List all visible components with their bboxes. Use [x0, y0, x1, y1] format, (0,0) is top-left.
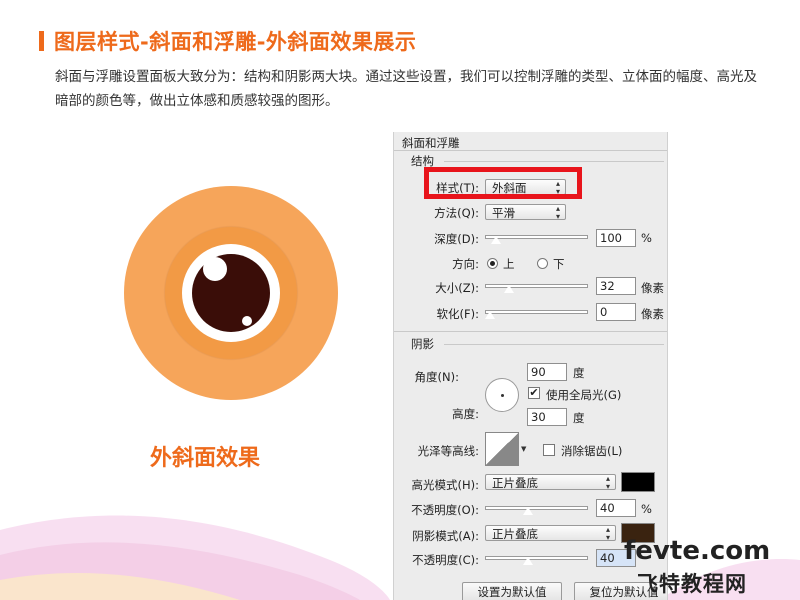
panel-divider [394, 331, 667, 332]
highlight-opacity-label: 不透明度(O): [411, 503, 479, 517]
antialias-checkbox[interactable] [543, 444, 555, 456]
gloss-contour-picker[interactable] [485, 432, 519, 466]
size-slider[interactable] [485, 284, 588, 288]
title-accent-bar [39, 31, 44, 51]
altitude-input[interactable]: 30 [527, 408, 567, 426]
shadow-mode-select[interactable]: 正片叠底 ▴ ▾ [485, 525, 616, 542]
highlight-color-swatch[interactable] [621, 472, 655, 492]
shadow-opacity-slider[interactable] [485, 556, 588, 560]
highlight-mode-label: 高光模式(H): [411, 478, 480, 492]
altitude-label: 高度: [452, 407, 479, 421]
angle-input[interactable]: 90 [527, 363, 567, 381]
soften-slider[interactable] [485, 310, 588, 314]
soften-input[interactable]: 0 [596, 303, 636, 321]
direction-label: 方向: [452, 257, 479, 271]
watermark-site-name: 飞特教程网 [637, 572, 747, 596]
select-arrows-icon: ▴ ▾ [605, 474, 610, 491]
eye-highlight-small [242, 316, 252, 326]
intro-paragraph: 斜面与浮雕设置面板大致分为：结构和阴影两大块。通过这些设置，我们可以控制浮雕的类… [55, 69, 757, 109]
direction-up-radio[interactable] [487, 258, 498, 269]
soften-label: 软化(F): [436, 307, 479, 321]
style-highlight-box [424, 167, 582, 199]
size-slider-thumb[interactable] [503, 284, 515, 294]
shading-divider [444, 344, 664, 345]
shadow-opacity-label: 不透明度(C): [412, 553, 479, 567]
angle-dial[interactable] [485, 378, 519, 412]
direction-down-label: 下 [553, 257, 565, 271]
highlight-opacity-unit: % [641, 502, 652, 516]
outer-bevel-eye-illustration [124, 186, 338, 400]
technique-select[interactable]: 平滑 ▴ ▾ [485, 204, 566, 221]
bevel-emboss-panel: 斜面和浮雕 结构 样式(T): 外斜面 ▴ ▾ 方法(Q): 平滑 ▴ ▾ 深度(D… [393, 132, 668, 600]
direction-down-radio[interactable] [537, 258, 548, 269]
angle-unit: 度 [573, 366, 585, 380]
watermark-domain: fevte.com [624, 536, 771, 566]
antialias-label: 消除锯齿(L) [561, 444, 623, 458]
altitude-unit: 度 [573, 411, 585, 425]
shadow-mode-value: 正片叠底 [492, 527, 538, 541]
structure-divider [444, 161, 664, 162]
highlight-opacity-thumb[interactable] [522, 506, 534, 516]
highlight-mode-select[interactable]: 正片叠底 ▴ ▾ [485, 474, 616, 491]
soften-slider-thumb[interactable] [484, 310, 496, 320]
angle-label: 角度(N): [414, 370, 459, 384]
page-title: 图层样式-斜面和浮雕-外斜面效果展示 [54, 30, 417, 54]
highlight-opacity-input[interactable]: 40 [596, 499, 636, 517]
technique-select-value: 平滑 [492, 206, 515, 220]
shadow-mode-label: 阴影模式(A): [412, 529, 479, 543]
panel-title: 斜面和浮雕 [402, 136, 460, 150]
size-unit: 像素 [641, 281, 664, 295]
contour-dropdown-icon[interactable]: ▼ [521, 445, 526, 453]
shadow-opacity-thumb[interactable] [522, 556, 534, 566]
highlight-opacity-slider[interactable] [485, 506, 588, 510]
select-arrows-icon: ▴ ▾ [605, 525, 610, 542]
depth-input[interactable]: 100 [596, 229, 636, 247]
depth-unit: % [641, 231, 652, 245]
highlight-mode-value: 正片叠底 [492, 476, 538, 490]
depth-slider-thumb[interactable] [490, 235, 502, 245]
size-label: 大小(Z): [435, 281, 479, 295]
panel-divider [394, 150, 667, 151]
global-light-checkbox[interactable]: ✔ [528, 387, 540, 399]
make-default-button[interactable]: 设置为默认值 [462, 582, 562, 600]
technique-label: 方法(Q): [434, 206, 479, 220]
depth-label: 深度(D): [434, 232, 479, 246]
global-light-label: 使用全局光(G) [546, 388, 622, 402]
size-input[interactable]: 32 [596, 277, 636, 295]
eye-highlight-large [203, 257, 227, 281]
select-arrows-icon: ▴ ▾ [555, 204, 560, 221]
gloss-contour-label: 光泽等高线: [417, 444, 479, 458]
direction-up-label: 上 [503, 257, 515, 271]
soften-unit: 像素 [641, 307, 664, 321]
shading-group-label: 阴影 [411, 337, 434, 351]
illustration-caption: 外斜面效果 [150, 446, 261, 471]
